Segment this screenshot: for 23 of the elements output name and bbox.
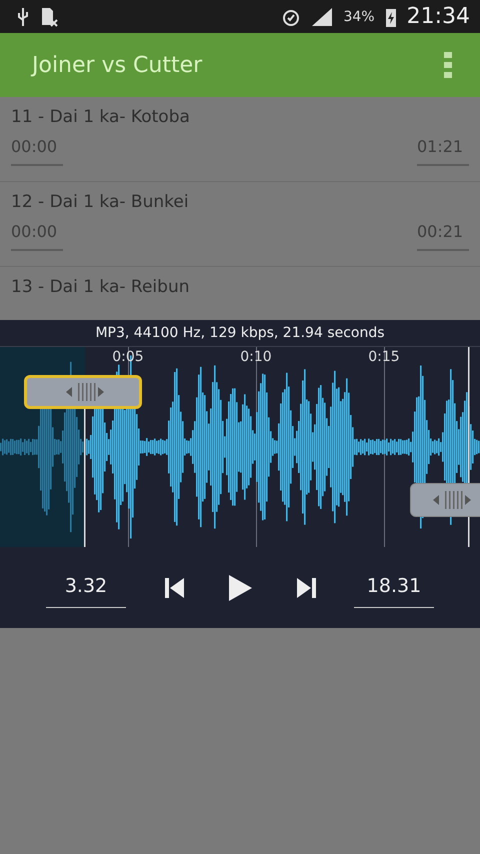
usb-icon bbox=[16, 6, 30, 26]
clock-time: 21:34 bbox=[406, 4, 470, 29]
track-row[interactable]: 12 - Dai 1 ka- Bunkei 00:00 00:21 bbox=[0, 182, 480, 267]
sim-card-icon bbox=[40, 6, 58, 26]
start-time: 00:00 bbox=[11, 222, 63, 251]
track-title: 12 - Dai 1 ka- Bunkei bbox=[11, 192, 190, 212]
start-value-field[interactable]: 3.32 bbox=[46, 567, 126, 608]
track-title: 13 - Dai 1 ka- Reibun bbox=[11, 277, 190, 297]
time-tick: 0:05 bbox=[112, 349, 144, 365]
track-row[interactable]: 11 - Dai 1 ka- Kotoba 00:00 01:21 bbox=[0, 97, 480, 182]
time-tick: 0:10 bbox=[240, 349, 272, 365]
battery-percent: 34% bbox=[343, 8, 375, 24]
track-title: 11 - Dai 1 ka- Kotoba bbox=[11, 107, 191, 127]
end-handle[interactable] bbox=[410, 483, 480, 517]
end-time: 00:21 bbox=[417, 222, 469, 251]
battery-charging-icon bbox=[384, 6, 397, 26]
start-time: 00:00 bbox=[11, 137, 63, 166]
app-title: Joiner vs Cutter bbox=[32, 52, 204, 78]
end-value-field[interactable]: 18.31 bbox=[354, 567, 434, 608]
signal-icon bbox=[311, 6, 334, 26]
end-time: 01:21 bbox=[417, 137, 469, 166]
time-tick: 0:15 bbox=[368, 349, 400, 365]
start-handle[interactable] bbox=[24, 375, 142, 409]
